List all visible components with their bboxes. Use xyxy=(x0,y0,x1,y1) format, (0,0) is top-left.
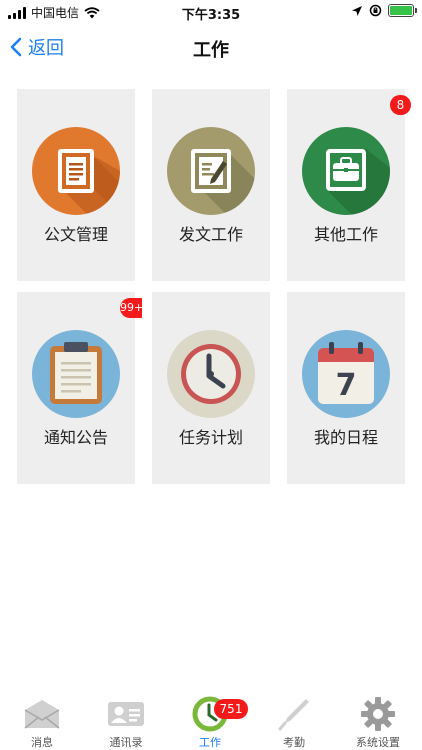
tab-badge: 751 xyxy=(214,699,248,719)
tab-contacts[interactable]: 通讯录 xyxy=(84,696,168,750)
tab-label: 系统设置 xyxy=(356,736,400,749)
calendar-icon: 7 xyxy=(302,330,390,418)
orientation-lock-icon xyxy=(369,4,382,17)
tile-label: 通知公告 xyxy=(43,428,108,447)
tile-document-management[interactable]: 公文管理 xyxy=(17,89,135,281)
tile-badge: 8 xyxy=(390,95,411,115)
tile-label: 任务计划 xyxy=(178,428,243,447)
tile-label: 我的日程 xyxy=(313,428,378,447)
tile-task-plan[interactable]: 任务计划 xyxy=(152,292,270,484)
tile-announcements[interactable]: 通知公告 xyxy=(17,292,135,484)
status-right xyxy=(351,4,417,17)
tile-label: 其他工作 xyxy=(313,225,378,244)
tab-work[interactable]: 工作 751 xyxy=(168,696,252,750)
tab-settings[interactable]: 系统设置 xyxy=(336,696,420,750)
page-title: 工作 xyxy=(193,40,229,61)
pen-icon xyxy=(274,696,314,732)
tab-label: 通讯录 xyxy=(109,736,143,749)
clipboard-icon xyxy=(32,330,120,418)
tab-messages[interactable]: 消息 xyxy=(0,696,84,750)
calendar-day: 7 xyxy=(335,368,357,403)
tile-outgoing-document[interactable]: 发文工作 xyxy=(152,89,270,281)
clock-icon xyxy=(167,330,255,418)
tile-my-schedule[interactable]: 7 我的日程 xyxy=(287,292,405,484)
contact-card-icon xyxy=(106,696,146,732)
tab-label: 消息 xyxy=(31,736,53,749)
tile-badge: 99+ xyxy=(120,298,143,318)
tile-other-work[interactable]: 其他工作 xyxy=(287,89,405,281)
location-arrow-icon xyxy=(352,5,362,16)
envelope-icon xyxy=(22,696,62,732)
tab-label: 考勤 xyxy=(283,736,305,749)
battery-icon xyxy=(388,4,417,17)
nav-bar: 返回 工作 xyxy=(0,28,422,68)
tab-label: 工作 xyxy=(199,736,221,749)
status-bar: 中国电信 下午3:35 xyxy=(0,0,422,24)
document-icon xyxy=(32,127,120,215)
edit-document-icon xyxy=(167,127,255,215)
briefcase-icon xyxy=(302,127,390,215)
tab-bar: 消息 通讯录 工作 751 考勤 系统设置 xyxy=(0,692,422,750)
gear-icon xyxy=(358,696,398,732)
tab-attendance[interactable]: 考勤 xyxy=(252,696,336,750)
tile-label: 公文管理 xyxy=(43,225,108,244)
tile-label: 发文工作 xyxy=(178,225,243,244)
